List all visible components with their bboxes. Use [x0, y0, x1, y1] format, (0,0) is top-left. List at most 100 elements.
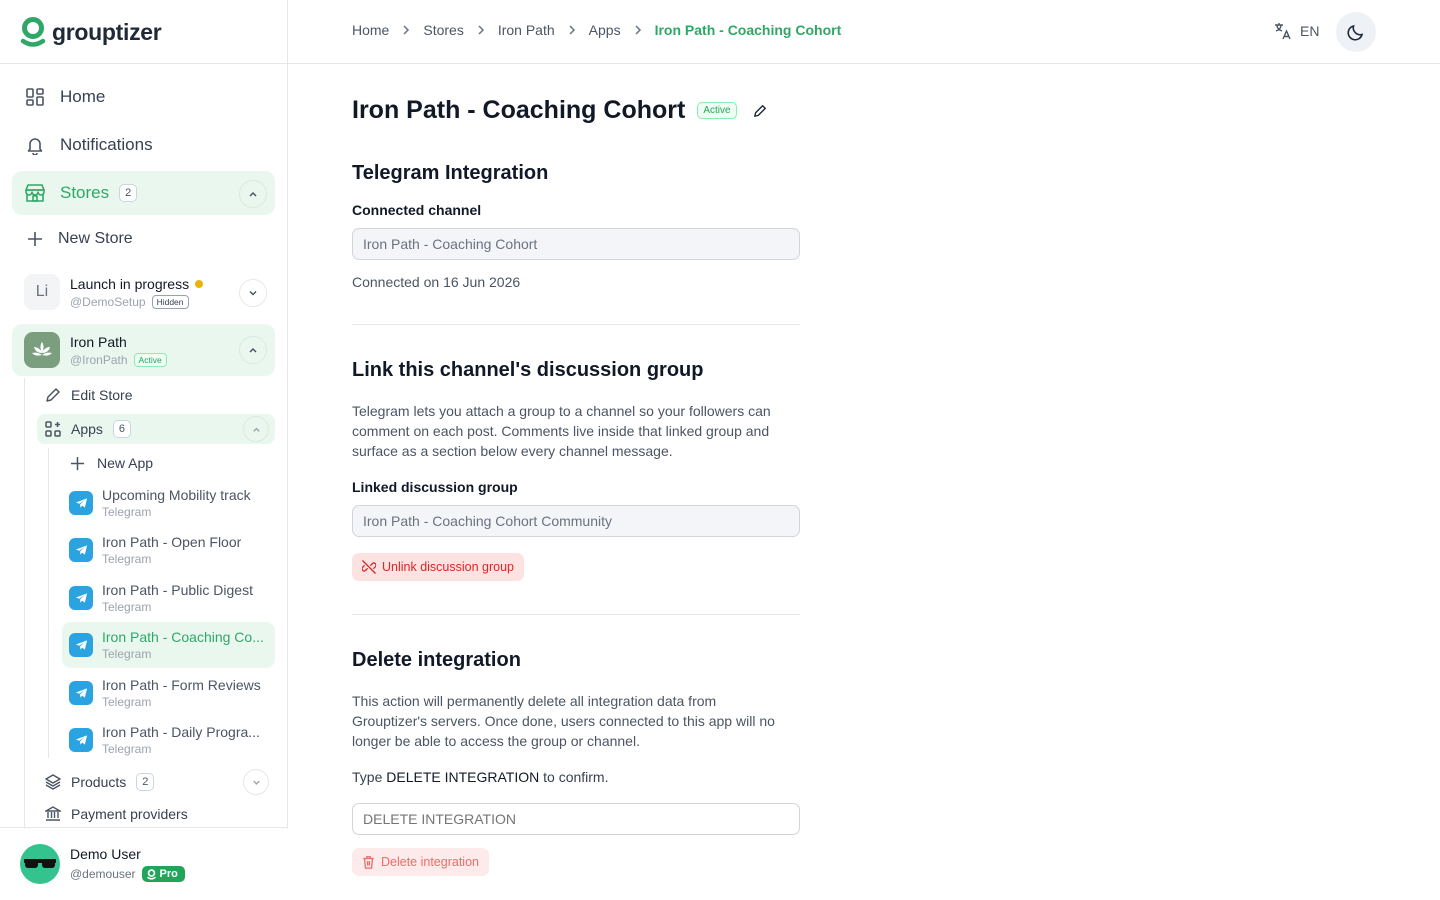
- app-item[interactable]: Iron Path - Form Reviews Telegram: [62, 670, 275, 716]
- delete-confirm-input[interactable]: [352, 803, 800, 835]
- payment-providers-link[interactable]: Payment providers: [37, 801, 275, 827]
- sidebar-item-label: Stores: [60, 183, 110, 202]
- section-divider: [352, 324, 800, 325]
- layers-icon: [45, 774, 61, 790]
- breadcrumb-home[interactable]: Home: [352, 22, 389, 38]
- status-dot: [195, 279, 204, 288]
- sidebar-item-label: Home: [60, 87, 106, 106]
- unlink-group-button[interactable]: Unlink discussion group: [352, 553, 525, 581]
- stores-count-badge: 2: [119, 184, 138, 202]
- status-badge: Active: [697, 102, 737, 119]
- brand-name: grouptizer: [52, 18, 162, 45]
- translate-icon: [1275, 23, 1291, 40]
- store-item-launch[interactable]: Li Launch in progress @DemoSetup Hidden: [12, 266, 275, 318]
- sidebar-item-notifications[interactable]: Notifications: [12, 123, 275, 167]
- chevron-right-icon: [476, 24, 486, 36]
- app-name: Iron Path - Form Reviews: [102, 677, 261, 693]
- apps-collapse-button[interactable]: [243, 416, 269, 442]
- products-count-badge: 2: [136, 773, 155, 791]
- new-app-button[interactable]: New App: [62, 448, 275, 478]
- discussion-description-line: Telegram lets you attach a group to a ch…: [352, 403, 771, 419]
- breadcrumb: Home Stores Iron Path Apps Iron Path - C…: [352, 22, 841, 38]
- bank-icon: [45, 806, 61, 821]
- user-name: Demo User: [70, 846, 141, 862]
- discussion-description-line: comment on each post. Comments live insi…: [352, 423, 770, 439]
- app-type: Telegram: [102, 600, 152, 614]
- store-item-iron-path[interactable]: Iron Path @IronPath Active: [12, 324, 275, 376]
- breadcrumb-current: Iron Path - Coaching Cohort: [654, 22, 842, 38]
- tree-line: [24, 378, 25, 833]
- delete-integration-label: Delete integration: [381, 855, 479, 869]
- sidebar-divider: [0, 63, 288, 64]
- stores-collapse-button[interactable]: [239, 180, 267, 208]
- app-name: Iron Path - Daily Progra...: [102, 724, 260, 740]
- theme-toggle-button[interactable]: [1336, 12, 1376, 52]
- payment-providers-label: Payment providers: [71, 806, 188, 822]
- language-switcher[interactable]: EN: [1274, 22, 1319, 40]
- edit-store-label: Edit Store: [71, 387, 133, 403]
- new-store-button[interactable]: New Store: [12, 217, 275, 261]
- apps-menu-item[interactable]: Apps 6: [37, 414, 275, 444]
- confirm-prefix: Type: [352, 769, 387, 785]
- store-collapse-button[interactable]: [239, 336, 267, 364]
- avatar: [20, 844, 60, 884]
- dashboard-icon: [24, 86, 46, 108]
- discussion-section-title: Link this channel's discussion group: [352, 359, 704, 381]
- edit-title-button[interactable]: [753, 104, 767, 118]
- telegram-icon: [69, 681, 93, 705]
- app-item-selected[interactable]: Iron Path - Coaching Co... Telegram: [62, 622, 275, 668]
- sidebar-item-stores[interactable]: Stores 2: [12, 171, 275, 215]
- store-handle: @DemoSetup: [70, 294, 146, 309]
- channel-label: Connected channel: [352, 202, 482, 218]
- breadcrumb-store[interactable]: Iron Path: [498, 22, 555, 38]
- app-item[interactable]: Iron Path - Daily Progra... Telegram: [62, 717, 275, 763]
- confirm-instruction: Type DELETE INTEGRATION to confirm.: [352, 769, 608, 785]
- app-item[interactable]: Upcoming Mobility track Telegram: [62, 480, 275, 526]
- store-name: Launch in progress: [70, 275, 190, 292]
- chevron-right-icon: [633, 24, 643, 36]
- app-type: Telegram: [102, 505, 152, 519]
- store-handle: @IronPath: [70, 352, 128, 367]
- chevron-up-icon: [249, 347, 257, 353]
- breadcrumb-apps[interactable]: Apps: [589, 22, 621, 38]
- telegram-icon: [69, 586, 93, 610]
- products-expand-button[interactable]: [243, 769, 269, 795]
- connected-channel-field: Iron Path - Coaching Cohort: [352, 228, 800, 260]
- edit-store-link[interactable]: Edit Store: [37, 380, 275, 410]
- sidebar: grouptizer Home Notifications Stores 2 N…: [0, 0, 288, 900]
- store-icon: [24, 182, 46, 204]
- telegram-icon: [69, 728, 93, 752]
- pencil-icon: [753, 104, 766, 117]
- chevron-down-icon: [249, 290, 257, 296]
- linked-group-field: Iron Path - Coaching Cohort Community: [352, 505, 800, 537]
- apps-count-badge: 6: [112, 420, 131, 438]
- breadcrumb-stores[interactable]: Stores: [423, 22, 463, 38]
- page-title: Iron Path - Coaching Cohort: [352, 96, 686, 124]
- app-item[interactable]: Iron Path - Open Floor Telegram: [62, 527, 275, 573]
- unlink-icon: [362, 560, 376, 574]
- grouptizer-logo-icon: [20, 17, 46, 47]
- delete-integration-button[interactable]: Delete integration: [352, 848, 489, 876]
- chevron-up-icon: [252, 427, 260, 432]
- app-type: Telegram: [102, 647, 152, 661]
- plus-icon: [70, 456, 85, 470]
- moon-icon: [1347, 24, 1364, 41]
- telegram-icon: [69, 633, 93, 657]
- new-store-label: New Store: [58, 230, 133, 247]
- app-item[interactable]: Iron Path - Public Digest Telegram: [62, 575, 275, 621]
- products-menu-item[interactable]: Products 2: [37, 767, 275, 797]
- delete-description-line: This action will permanently delete all …: [352, 693, 717, 709]
- chevron-right-icon: [567, 24, 577, 36]
- app-name: Upcoming Mobility track: [102, 487, 251, 503]
- products-label: Products: [71, 774, 127, 790]
- hidden-badge: Hidden: [151, 294, 189, 309]
- confirm-phrase: DELETE INTEGRATION: [386, 769, 540, 785]
- language-label: EN: [1300, 23, 1320, 39]
- chevron-right-icon: [401, 24, 411, 36]
- store-expand-button[interactable]: [239, 279, 267, 307]
- user-profile[interactable]: Demo User @demouser Pro: [0, 827, 288, 900]
- confirm-suffix: to confirm.: [539, 769, 609, 785]
- sidebar-item-home[interactable]: Home: [12, 75, 275, 119]
- tree-line: [48, 448, 49, 758]
- brand-logo[interactable]: grouptizer: [20, 16, 162, 48]
